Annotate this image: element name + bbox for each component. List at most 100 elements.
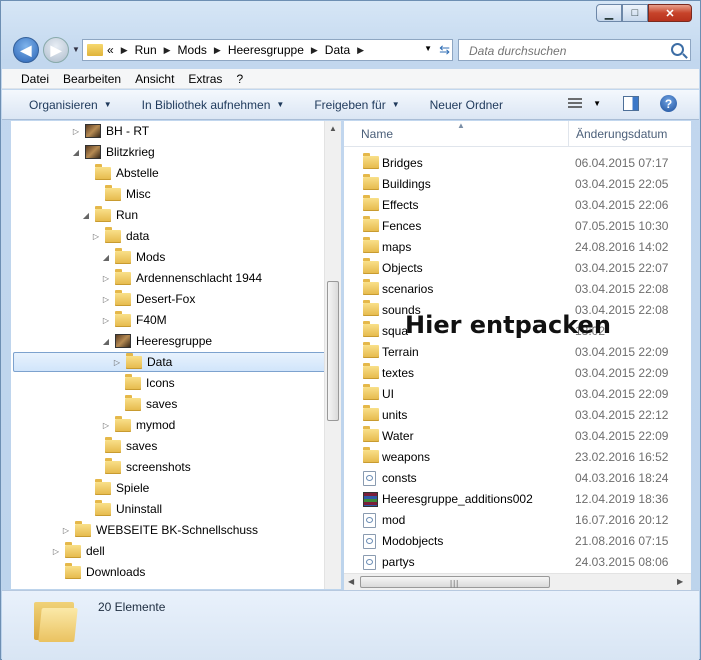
chevron-right-icon[interactable]: ▶ [311, 45, 318, 56]
collapse-icon[interactable]: ◢ [101, 253, 111, 262]
search-box[interactable] [458, 39, 691, 61]
address-dropdown-icon[interactable]: ▼ [424, 44, 432, 53]
tree-item[interactable]: ▷ WEBSEITE BK-Schnellschuss [61, 520, 258, 540]
preview-pane-icon[interactable] [623, 96, 639, 111]
menu-bearbeiten[interactable]: Bearbeiten [63, 72, 121, 86]
file-list-scrollbar[interactable]: ◀ ||| ▶ [344, 573, 691, 590]
file-row[interactable]: textes 03.04.2015 22:09 [344, 362, 691, 383]
breadcrumb-heeresgruppe[interactable]: Heeresgruppe [228, 43, 304, 57]
file-row[interactable]: maps 24.08.2016 14:02 [344, 236, 691, 257]
tree-item[interactable]: ◢ Run [81, 205, 138, 225]
file-row[interactable]: partys 24.03.2015 08:06 [344, 551, 691, 572]
expand-icon[interactable]: ▷ [51, 547, 61, 556]
expand-icon[interactable]: ▷ [91, 232, 101, 241]
close-button[interactable]: ✕ [648, 4, 692, 22]
back-button[interactable]: ◀ [13, 37, 39, 63]
file-row[interactable]: Heeresgruppe_additions002 12.04.2019 18:3… [344, 488, 691, 509]
scroll-left-icon[interactable]: ◀ [348, 577, 354, 586]
column-divider[interactable] [568, 121, 569, 146]
tree-item[interactable]: ▷ Data [13, 352, 339, 372]
search-icon[interactable] [671, 43, 684, 56]
chevron-right-icon[interactable]: ▶ [357, 45, 364, 56]
breadcrumb-overflow[interactable]: « [107, 43, 114, 57]
breadcrumb-mods[interactable]: Mods [178, 43, 207, 57]
menu-extras[interactable]: Extras [188, 72, 222, 86]
tree-item[interactable]: Abstelle [81, 163, 159, 183]
tree-item[interactable]: Icons [111, 373, 175, 393]
expand-icon[interactable]: ▷ [112, 358, 122, 367]
organize-button[interactable]: Organisieren ▼ [29, 98, 112, 112]
menu-datei[interactable]: Datei [21, 72, 49, 86]
file-row[interactable]: Buildings 03.04.2015 22:05 [344, 173, 691, 194]
tree-item[interactable]: Uninstall [81, 499, 162, 519]
scrollbar-thumb[interactable]: ||| [360, 576, 550, 588]
tree-item[interactable]: ▷ data [91, 226, 149, 246]
file-name: textes [382, 366, 415, 380]
expand-icon[interactable]: ▷ [61, 526, 71, 535]
chevron-right-icon[interactable]: ▶ [164, 45, 171, 56]
tree-item[interactable]: ▷ dell [51, 541, 105, 561]
forward-button[interactable]: ▶ [43, 37, 69, 63]
view-dropdown-icon[interactable]: ▼ [593, 99, 601, 108]
tree-item[interactable]: ▷ Ardennenschlacht 1944 [101, 268, 262, 288]
view-options-icon[interactable] [568, 98, 582, 110]
file-row[interactable]: Bridges 06.04.2015 07:17 [344, 152, 691, 173]
navigation-scrollbar[interactable]: ▲ [324, 121, 341, 589]
recent-pages-dropdown[interactable]: ▼ [72, 45, 80, 54]
column-date-modified[interactable]: Änderungsdatum [576, 127, 667, 141]
search-input[interactable] [467, 41, 671, 61]
file-row[interactable]: mod 16.07.2016 20:12 [344, 509, 691, 530]
help-icon[interactable]: ? [660, 95, 677, 112]
file-row[interactable]: Fences 07.05.2015 10:30 [344, 215, 691, 236]
expand-icon[interactable]: ▷ [101, 274, 111, 283]
file-row[interactable]: Terrain 03.04.2015 22:09 [344, 341, 691, 362]
file-name: weapons [382, 450, 431, 464]
file-row[interactable]: Water 03.04.2015 22:09 [344, 425, 691, 446]
expand-icon[interactable]: ▷ [101, 316, 111, 325]
refresh-icon[interactable]: ⇆ [439, 42, 450, 58]
file-row[interactable]: Modobjects 21.08.2016 07:15 [344, 530, 691, 551]
expand-icon[interactable]: ▷ [71, 127, 81, 136]
menu-help[interactable]: ? [236, 72, 243, 86]
scroll-up-icon[interactable]: ▲ [329, 124, 337, 133]
expand-icon[interactable]: ▷ [101, 421, 111, 430]
chevron-right-icon[interactable]: ▶ [121, 45, 128, 56]
new-folder-button[interactable]: Neuer Ordner [430, 98, 503, 112]
file-row[interactable]: UI 03.04.2015 22:09 [344, 383, 691, 404]
expand-icon[interactable]: ▷ [101, 295, 111, 304]
menu-ansicht[interactable]: Ansicht [135, 72, 174, 86]
file-row[interactable]: scenarios 03.04.2015 22:08 [344, 278, 691, 299]
tree-item[interactable]: saves [91, 436, 157, 456]
collapse-icon[interactable]: ◢ [71, 148, 81, 157]
column-name[interactable]: Name [361, 127, 393, 141]
share-with-button[interactable]: Freigeben für ▼ [314, 98, 399, 112]
breadcrumb-data[interactable]: Data [325, 43, 350, 57]
breadcrumb-run[interactable]: Run [135, 43, 157, 57]
minimize-button[interactable]: ▁ [596, 4, 622, 22]
tree-item[interactable]: Misc [91, 184, 151, 204]
scrollbar-thumb[interactable] [327, 281, 339, 421]
tree-item[interactable]: Downloads [51, 562, 145, 582]
tree-item[interactable]: screenshots [91, 457, 191, 477]
file-row[interactable]: Objects 03.04.2015 22:07 [344, 257, 691, 278]
tree-item[interactable]: ▷ Desert-Fox [101, 289, 195, 309]
file-row[interactable]: Effects 03.04.2015 22:06 [344, 194, 691, 215]
collapse-icon[interactable]: ◢ [101, 337, 111, 346]
tree-item[interactable]: ◢ Heeresgruppe [101, 331, 212, 351]
file-row[interactable]: units 03.04.2015 22:12 [344, 404, 691, 425]
tree-item[interactable]: Spiele [81, 478, 149, 498]
file-row[interactable]: consts 04.03.2016 18:24 [344, 467, 691, 488]
tree-item[interactable]: ◢ Mods [101, 247, 165, 267]
file-row[interactable]: weapons 23.02.2016 16:52 [344, 446, 691, 467]
scroll-right-icon[interactable]: ▶ [677, 577, 683, 586]
tree-item[interactable]: ◢ Blitzkrieg [71, 142, 155, 162]
maximize-button[interactable]: □ [622, 4, 648, 22]
tree-item[interactable]: ▷ F40M [101, 310, 167, 330]
tree-item[interactable]: ▷ BH - RT [71, 121, 149, 141]
chevron-right-icon[interactable]: ▶ [214, 45, 221, 56]
collapse-icon[interactable]: ◢ [81, 211, 91, 220]
address-bar[interactable]: « ▶ Run ▶ Mods ▶ Heeresgruppe ▶ Data ▶ ▼… [82, 39, 453, 61]
tree-item[interactable]: saves [111, 394, 177, 414]
tree-item[interactable]: ▷ mymod [101, 415, 175, 435]
include-in-library-button[interactable]: In Bibliothek aufnehmen ▼ [142, 98, 285, 112]
